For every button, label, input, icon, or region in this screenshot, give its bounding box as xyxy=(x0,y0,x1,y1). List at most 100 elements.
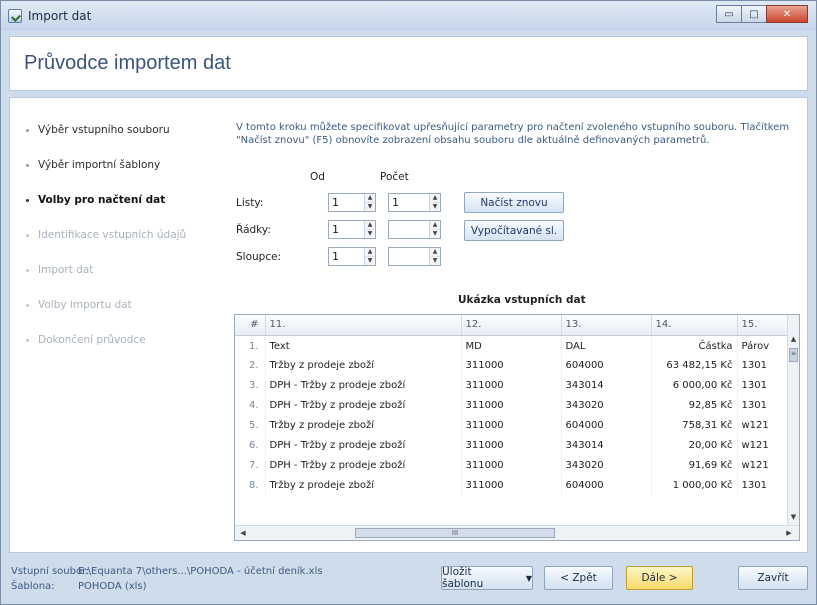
columns-from-spinner[interactable]: 1 ▲ ▼ xyxy=(328,247,376,266)
wizard-header: Průvodce importem dat xyxy=(9,36,808,91)
template-label: Šablona: xyxy=(11,581,55,592)
page-title: Průvodce importem dat xyxy=(24,52,231,74)
table-cell: 343014 xyxy=(561,435,652,455)
table-cell: 1 000,00 Kč xyxy=(651,475,738,495)
window-title: Import dat xyxy=(28,9,92,23)
column-header[interactable]: 14. xyxy=(651,315,738,336)
back-button[interactable]: < Zpět xyxy=(544,566,613,590)
save-template-button[interactable]: Uložit šablonu ▼ xyxy=(441,566,533,590)
vertical-scrollbar[interactable]: ▲ ≡ ▼ xyxy=(787,315,799,525)
table-cell: 1301 xyxy=(737,475,789,495)
spinner-value[interactable]: 1 xyxy=(329,248,364,265)
spin-down-icon[interactable]: ▼ xyxy=(365,229,375,238)
column-header[interactable]: 15. xyxy=(737,315,789,336)
spin-down-icon[interactable]: ▼ xyxy=(430,256,440,265)
computed-columns-button[interactable]: Vypočítavané sl. xyxy=(464,220,564,241)
step-item-active[interactable]: Volby pro načtení dat xyxy=(24,194,224,229)
spin-up-icon[interactable]: ▲ xyxy=(365,221,375,229)
table-cell: 92,85 Kč xyxy=(651,395,738,415)
column-header[interactable]: # xyxy=(235,315,266,336)
sheets-count-spinner[interactable]: 1 ▲ ▼ xyxy=(388,193,441,212)
table-cell: DPH - Tržby z prodeje zboží xyxy=(265,395,462,415)
template-name: POHODA (xls) xyxy=(78,581,147,592)
table-cell: DPH - Tržby z prodeje zboží xyxy=(265,375,462,395)
table-cell: 758,31 Kč xyxy=(651,415,738,435)
minimize-icon[interactable]: ▭ xyxy=(716,5,742,23)
app-icon xyxy=(8,9,22,23)
table-cell: Tržby z prodeje zboží xyxy=(265,475,462,495)
table-cell: w121 xyxy=(737,415,789,435)
table-cell: 311000 xyxy=(461,415,562,435)
spin-up-icon[interactable]: ▲ xyxy=(365,194,375,202)
table-row[interactable]: 4. DPH - Tržby z prodeje zboží 311000 34302… xyxy=(235,395,789,415)
table-row[interactable]: 5. Tržby z prodeje zboží 311000 604000 758,3… xyxy=(235,415,789,435)
spin-up-icon[interactable]: ▲ xyxy=(430,248,440,256)
dropdown-arrow-icon[interactable]: ▼ xyxy=(526,574,532,583)
save-template-label: Uložit šablonu xyxy=(442,566,484,590)
spinner-value[interactable]: 1 xyxy=(329,194,364,211)
preview-title: Ukázka vstupních dat xyxy=(458,294,586,306)
step-item[interactable]: Výběr importní šablony xyxy=(24,159,224,194)
sheets-label: Listy: xyxy=(236,197,264,209)
spin-down-icon[interactable]: ▼ xyxy=(430,202,440,211)
horizontal-scrollbar[interactable]: ◀ III ▶ xyxy=(235,525,799,540)
columns-count-spinner[interactable]: ▲ ▼ xyxy=(388,247,441,266)
column-header[interactable]: 13. xyxy=(561,315,652,336)
import-window: Import dat ▭ □ ✕ Průvodce importem dat V… xyxy=(0,0,817,605)
rows-from-spinner[interactable]: 1 ▲ ▼ xyxy=(328,220,376,239)
spinner-value[interactable]: 1 xyxy=(329,221,364,238)
title-bar[interactable]: Import dat ▭ □ ✕ xyxy=(1,1,816,31)
bullet-icon xyxy=(26,269,29,272)
close-button[interactable]: Zavřít xyxy=(738,566,808,590)
spinner-value[interactable] xyxy=(389,221,429,238)
sheets-from-spinner[interactable]: 1 ▲ ▼ xyxy=(328,193,376,212)
table-row[interactable]: 6. DPH - Tržby z prodeje zboží 311000 34301… xyxy=(235,435,789,455)
spin-up-icon[interactable]: ▲ xyxy=(430,194,440,202)
spin-down-icon[interactable]: ▼ xyxy=(365,256,375,265)
table-cell: 343020 xyxy=(561,395,652,415)
spin-down-icon[interactable]: ▼ xyxy=(365,202,375,211)
table-row[interactable]: 8. Tržby z prodeje zboží 311000 604000 1 000… xyxy=(235,475,789,495)
step-item[interactable]: Výběr vstupního souboru xyxy=(24,124,224,159)
row-number: 4. xyxy=(235,395,266,415)
scroll-right-icon[interactable]: ▶ xyxy=(783,527,795,539)
next-button[interactable]: Dále > xyxy=(626,566,693,590)
rows-count-spinner[interactable]: ▲ ▼ xyxy=(388,220,441,239)
table-cell: DPH - Tržby z prodeje zboží xyxy=(265,435,462,455)
row-number: 8. xyxy=(235,475,266,495)
table-row[interactable]: 7. DPH - Tržby z prodeje zboží 311000 34302… xyxy=(235,455,789,475)
bullet-icon xyxy=(26,199,29,202)
scroll-down-icon[interactable]: ▼ xyxy=(788,513,799,525)
step-label: Import dat xyxy=(38,264,94,276)
reload-button[interactable]: Načíst znovu xyxy=(464,192,564,213)
table-row[interactable]: 1. Text MD DAL Částka Párov xyxy=(235,335,789,355)
table-row[interactable]: 3. DPH - Tržby z prodeje zboží 311000 34301… xyxy=(235,375,789,395)
maximize-icon[interactable]: □ xyxy=(741,5,767,23)
column-header[interactable]: 11. xyxy=(265,315,462,336)
col-from-label: Od xyxy=(310,171,325,183)
table-cell: 311000 xyxy=(461,355,562,375)
spin-up-icon[interactable]: ▲ xyxy=(365,248,375,256)
step-label: Dokončení průvodce xyxy=(38,334,146,346)
close-icon[interactable]: ✕ xyxy=(766,5,808,23)
row-number: 1. xyxy=(235,335,266,355)
column-header[interactable]: 12. xyxy=(461,315,562,336)
scroll-up-icon[interactable]: ▲ xyxy=(788,335,799,347)
step-description: V tomto kroku můžete specifikovat upřesň… xyxy=(236,122,790,146)
spin-down-icon[interactable]: ▼ xyxy=(430,229,440,238)
preview-grid[interactable]: # 11. 12. 13. 14. 15. 1. Text MD DAL Částka P… xyxy=(234,314,800,541)
table-row[interactable]: 2. Tržby z prodeje zboží 311000 604000 63 48… xyxy=(235,355,789,375)
spin-up-icon[interactable]: ▲ xyxy=(430,221,440,229)
scroll-thumb[interactable]: ≡ xyxy=(789,348,798,362)
table-cell: DAL xyxy=(561,335,652,355)
spinner-value[interactable]: 1 xyxy=(389,194,429,211)
spinner-value[interactable] xyxy=(389,248,429,265)
scroll-left-icon[interactable]: ◀ xyxy=(237,527,249,539)
table-cell: Tržby z prodeje zboží xyxy=(265,355,462,375)
step-item: Import dat xyxy=(24,264,224,299)
table-cell: 6 000,00 Kč xyxy=(651,375,738,395)
row-number: 7. xyxy=(235,455,266,475)
bullet-icon xyxy=(26,164,29,167)
table-cell: w121 xyxy=(737,435,789,455)
scroll-thumb[interactable]: III xyxy=(355,528,555,538)
